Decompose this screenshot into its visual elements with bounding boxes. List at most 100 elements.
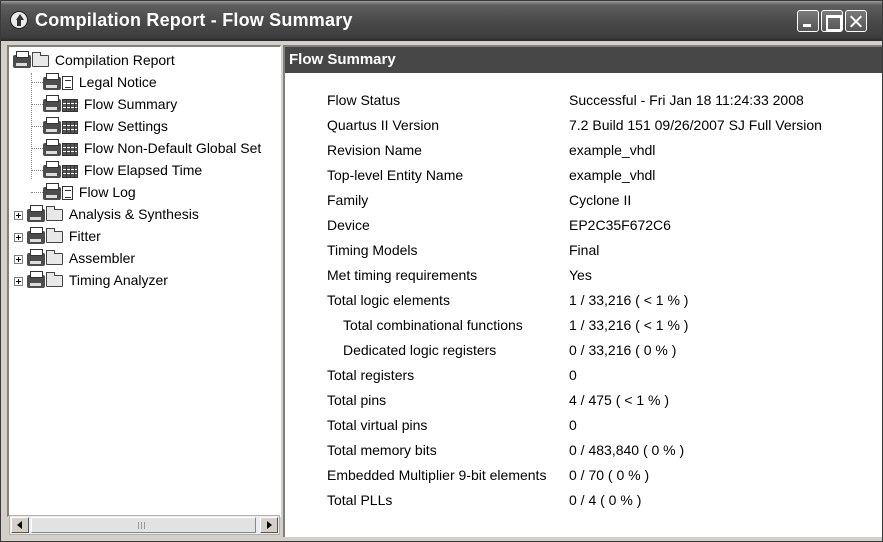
tree-item-label: Timing Analyzer: [68, 272, 168, 288]
maximize-button[interactable]: [821, 10, 843, 32]
tree-item-legal-notice[interactable]: Legal Notice: [43, 71, 157, 93]
table-icon: [62, 98, 78, 112]
chevron-right-icon[interactable]: [260, 517, 278, 533]
row-label: Total memory bits: [327, 442, 437, 458]
tree-connector: [31, 82, 43, 83]
row-value: Successful - Fri Jan 18 11:24:33 2008: [569, 92, 804, 108]
tree-item-label: Flow Non-Default Global Set: [83, 140, 262, 156]
table-icon: [62, 142, 78, 156]
tree-item-flow-log[interactable]: Flow Log: [43, 181, 136, 203]
tree-item-flow-non-default-global-settings[interactable]: Flow Non-Default Global Set: [43, 137, 261, 159]
row-value: 7.2 Build 151 09/26/2007 SJ Full Version: [569, 117, 822, 133]
expand-plus-icon[interactable]: [14, 254, 23, 264]
folder-icon: [46, 228, 63, 244]
row-label: Timing Models: [327, 242, 418, 258]
report-tree: Compilation Report Legal Notice Flow Sum…: [7, 45, 281, 517]
scroll-thumb[interactable]: [31, 517, 256, 533]
tree-connector: [31, 192, 43, 193]
report-row: Quartus II Version 7.2 Build 151 09/26/2…: [285, 117, 882, 141]
row-label: Flow Status: [327, 92, 401, 108]
expand-plus-icon[interactable]: [14, 232, 23, 242]
printer-icon: [13, 50, 31, 68]
compilation-report-window: Compilation Report - Flow Summary Compil…: [0, 0, 883, 542]
report-row: Total registers 0: [285, 367, 882, 391]
printer-icon: [43, 116, 61, 134]
tree-item-timing-analyzer[interactable]: Timing Analyzer: [14, 269, 168, 291]
tree-item-label: Legal Notice: [78, 74, 157, 90]
report-row: Dedicated logic registers 0 / 33,216 ( 0…: [285, 342, 882, 366]
folder-icon: [46, 206, 63, 222]
printer-icon: [43, 94, 61, 112]
row-label: Total virtual pins: [327, 417, 428, 433]
row-label: Total pins: [327, 392, 387, 408]
tree-item-label: Assembler: [68, 250, 136, 266]
tree-item-flow-summary[interactable]: Flow Summary: [43, 93, 177, 115]
tree-item-fitter[interactable]: Fitter: [14, 225, 101, 247]
report-row: Total virtual pins 0: [285, 417, 882, 441]
row-value: 0 / 4 ( 0 % ): [569, 492, 642, 508]
printer-icon: [27, 270, 45, 288]
tree-item-assembler[interactable]: Assembler: [14, 247, 135, 269]
row-value: example_vhdl: [569, 167, 656, 183]
tree-item-label: Flow Elapsed Time: [83, 162, 203, 178]
row-label: Device: [327, 217, 370, 233]
app-icon[interactable]: [10, 11, 28, 29]
row-value: 1 / 33,216 ( < 1 % ): [569, 317, 689, 333]
report-row: Embedded Multiplier 9-bit elements 0 / 7…: [285, 467, 882, 491]
tree-item-compilation-report[interactable]: Compilation Report: [13, 49, 175, 71]
row-label: Embedded Multiplier 9-bit elements: [327, 467, 547, 483]
horizontal-scrollbar[interactable]: [9, 515, 280, 535]
folder-icon: [46, 250, 63, 266]
row-value: Cyclone II: [569, 192, 632, 208]
tree-item-analysis-synthesis[interactable]: Analysis & Synthesis: [14, 203, 199, 225]
row-value: Final: [569, 242, 600, 258]
tree-connector: [31, 170, 43, 171]
window-title: Compilation Report - Flow Summary: [35, 10, 353, 30]
row-value: 0 / 33,216 ( 0 % ): [569, 342, 677, 358]
tree-item-label: Flow Log: [78, 184, 136, 200]
row-label: Family: [327, 192, 369, 208]
report-row: Total PLLs 0 / 4 ( 0 % ): [285, 492, 882, 516]
row-label: Total combinational functions: [343, 317, 523, 333]
row-label: Quartus II Version: [327, 117, 440, 133]
tree-item-label: Analysis & Synthesis: [68, 206, 199, 222]
tree-connector: [31, 126, 43, 127]
row-value: 0 / 70 ( 0 % ): [569, 467, 650, 483]
report-row: Total logic elements 1 / 33,216 ( < 1 % …: [285, 292, 882, 316]
report-row: Total combinational functions 1 / 33,216…: [285, 317, 882, 341]
report-row: Total pins 4 / 475 ( < 1 % ): [285, 392, 882, 416]
document-icon: [62, 76, 73, 91]
tree-item-flow-settings[interactable]: Flow Settings: [43, 115, 168, 137]
row-label: Revision Name: [327, 142, 422, 158]
minimize-button[interactable]: [797, 10, 819, 32]
row-value: EP2C35F672C6: [569, 217, 671, 233]
tree-connector: [31, 104, 43, 105]
tree-connector: [31, 148, 43, 149]
report-row: Top-level Entity Name example_vhdl: [285, 167, 882, 191]
printer-icon: [27, 248, 45, 266]
close-button[interactable]: [845, 10, 867, 32]
row-value: Yes: [569, 267, 592, 283]
printer-icon: [27, 226, 45, 244]
printer-icon: [27, 204, 45, 222]
title-bar[interactable]: Compilation Report - Flow Summary: [1, 1, 882, 41]
row-label: Total registers: [327, 367, 415, 383]
printer-icon: [43, 160, 61, 178]
report-row: Device EP2C35F672C6: [285, 217, 882, 241]
folder-icon: [46, 272, 63, 288]
expand-plus-icon[interactable]: [14, 276, 23, 286]
chevron-left-icon[interactable]: [11, 517, 29, 533]
report-row: Total memory bits 0 / 483,840 ( 0 % ): [285, 442, 882, 466]
printer-icon: [43, 72, 61, 90]
tree-item-flow-elapsed-time[interactable]: Flow Elapsed Time: [43, 159, 202, 181]
row-label: Total logic elements: [327, 292, 450, 308]
row-label: Met timing requirements: [327, 267, 478, 283]
row-value: 0 / 483,840 ( 0 % ): [569, 442, 685, 458]
report-row: Family Cyclone II: [285, 192, 882, 216]
row-label: Dedicated logic registers: [343, 342, 497, 358]
row-value: 0: [569, 417, 577, 433]
tree-item-label: Compilation Report: [54, 52, 175, 68]
row-label: Top-level Entity Name: [327, 167, 464, 183]
flow-summary-panel: Flow Summary Flow Status Successful - Fr…: [283, 45, 882, 537]
expand-plus-icon[interactable]: [14, 210, 23, 220]
